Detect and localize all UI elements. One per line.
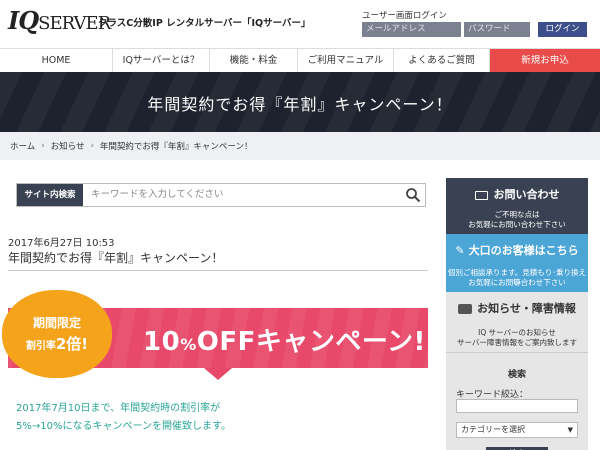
breadcrumb-current: 年間契約でお得『年割』キャンペーン！ xyxy=(99,142,253,152)
banner-headline: 10%OFFキャンペーン!! xyxy=(143,321,428,358)
chevron-right-icon: › xyxy=(41,141,45,151)
description-line: 2017年7月10日まで、年間契約時の割引率が xyxy=(16,403,221,414)
breadcrumb-home[interactable]: ホーム xyxy=(10,140,35,152)
banner-percent: % xyxy=(180,335,197,354)
dropdown-arrow-icon: ▼ xyxy=(567,426,573,434)
news-heading: お知らせ・障害情報 xyxy=(446,300,588,316)
post-date: 2017年6月27日 10:53 xyxy=(8,238,115,249)
post-title: 年間契約でお得『年割』キャンペーン！ xyxy=(8,251,224,265)
hero-title: 年間契約でお得『年割』キャンペーン！ xyxy=(147,95,453,114)
banner-rest: OFFキャンペーン!! xyxy=(196,327,428,357)
sidebar-news-card[interactable]: お知らせ・障害情報 IQ サーバーのお知らせ サーバー障害情報をご案内致します xyxy=(446,292,588,352)
hero-banner: 年間契約でお得『年割』キャンペーン！ xyxy=(0,72,600,132)
login-title: ユーザー画面ログイン xyxy=(362,11,447,21)
nav-item-signup[interactable]: 新規お申込 xyxy=(490,49,600,73)
corporate-heading: ✎ 大口のお客様はこちら xyxy=(446,242,588,258)
breadcrumb-news[interactable]: お知らせ xyxy=(51,140,85,152)
badge-line2: 割引率2倍! xyxy=(2,333,112,354)
banner-number: 10 xyxy=(143,327,181,357)
pencil-icon: ✎ xyxy=(455,244,465,257)
banner-pointer xyxy=(204,368,232,380)
description-line: 5%→10%になるキャンペーンを開催致します。 xyxy=(16,421,231,432)
nav-item-home[interactable]: HOME xyxy=(0,49,113,73)
nav-item-faq[interactable]: よくあるご質問 xyxy=(394,49,490,73)
main-nav: HOME IQサーバーとは？ 機能・料金 ご利用マニュアル よくあるご質問 新規… xyxy=(0,48,600,73)
keyword-input[interactable] xyxy=(456,399,578,413)
site-header: IQSERVER クラスC分散IP レンタルサーバー「IQサーバー」 ユーザー画… xyxy=(0,0,600,48)
contact-title: お問い合わせ xyxy=(493,188,560,201)
category-selected: カテゴリーを選択 xyxy=(461,425,525,434)
nav-item-pricing[interactable]: 機能・料金 xyxy=(210,49,298,73)
site-tagline: クラスC分散IP レンタルサーバー「IQサーバー」 xyxy=(98,18,311,29)
sidebar-corporate-card[interactable]: ✎ 大口のお客様はこちら 個別ご相談承ります。見積もり･乗り換え等 お気軽にお問い… xyxy=(446,234,588,292)
corporate-title: 大口のお客様はこちら xyxy=(468,244,579,257)
site-search: サイト内検索 キーワードを入力してください xyxy=(16,183,426,207)
news-sub: IQ サーバーのお知らせ xyxy=(478,328,556,337)
nav-item-about[interactable]: IQサーバーとは？ xyxy=(113,49,210,73)
password-field[interactable]: パスワード xyxy=(464,22,530,37)
search-label: サイト内検索 xyxy=(17,184,83,206)
category-select[interactable]: カテゴリーを選択 ▼ xyxy=(456,422,578,438)
badge-rate-label: 割引率 xyxy=(25,341,56,352)
contact-sub: お気軽にお問い合わせ下さい xyxy=(468,220,566,229)
chat-bubble-icon xyxy=(458,304,473,314)
logo-iq: IQ xyxy=(8,6,39,35)
divider xyxy=(8,270,428,271)
post-description: 2017年7月10日まで、年間契約時の割引率が 5%→10%になるキャンペーンを… xyxy=(16,400,231,436)
chevron-right-icon: › xyxy=(90,141,94,151)
site-logo[interactable]: IQSERVER xyxy=(8,6,111,35)
nav-item-manual[interactable]: ご利用マニュアル xyxy=(298,49,394,73)
search-icon[interactable] xyxy=(405,187,421,203)
badge-line1: 期間限定 xyxy=(32,316,81,330)
sidebar-contact-card[interactable]: お問い合わせ ご不明な点は お気軽にお問い合わせ下さい xyxy=(446,178,588,234)
contact-heading: お問い合わせ xyxy=(446,186,588,202)
news-title: お知らせ・障害情報 xyxy=(477,302,576,315)
envelope-icon xyxy=(474,190,488,200)
contact-sub: ご不明な点は xyxy=(494,210,540,219)
search-input[interactable]: キーワードを入力してください xyxy=(91,184,223,206)
news-sub: サーバー障害情報をご案内致します xyxy=(457,338,577,347)
sidebar-search-title: 検索 xyxy=(507,370,526,380)
corporate-sub: お気軽にお問い合わせ下さい xyxy=(468,278,566,287)
email-field[interactable]: メールアドレス xyxy=(362,22,461,37)
badge-rate-value: 2倍! xyxy=(55,335,89,353)
login-button[interactable]: ログイン xyxy=(538,22,587,37)
sidebar-search: 検索 キーワード絞込： カテゴリーを選択 ▼ 検索 xyxy=(446,352,588,450)
breadcrumb: ホーム › お知らせ › 年間契約でお得『年割』キャンペーン！ xyxy=(0,132,600,160)
